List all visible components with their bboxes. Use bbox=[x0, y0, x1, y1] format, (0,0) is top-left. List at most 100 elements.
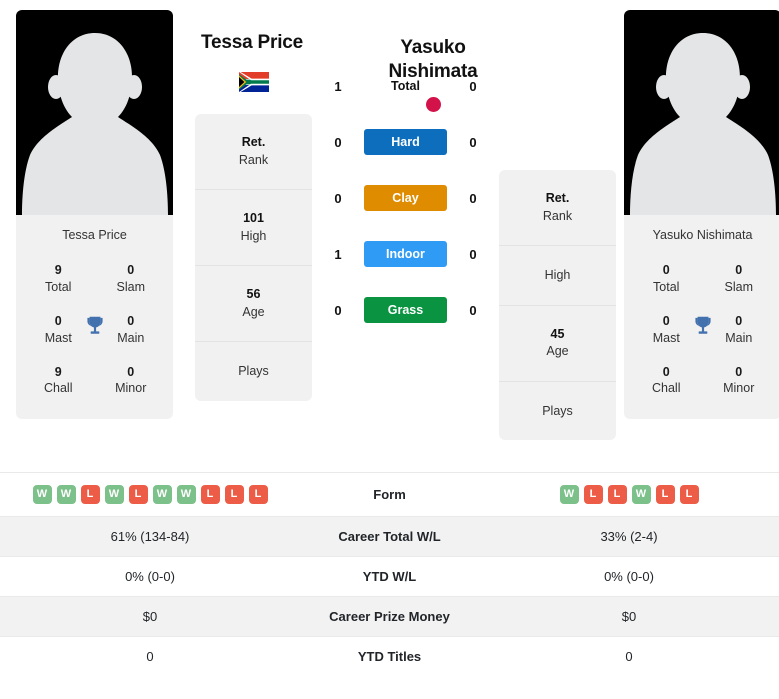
players-top-section: Tessa Price 9 Total 0 Slam 0 Mast 0 Main… bbox=[0, 0, 779, 472]
table-row-form: WWLWLWWLLL Form WLLWLL bbox=[0, 472, 779, 517]
info-label: Rank bbox=[542, 208, 573, 223]
info-plays: Plays bbox=[195, 342, 312, 401]
trophy-value: 9 bbox=[54, 364, 62, 379]
left-value: 0 bbox=[146, 649, 154, 664]
info-label: High bbox=[240, 228, 267, 243]
trophy-stat: 0 Minor bbox=[95, 355, 168, 406]
trophy-value: 9 bbox=[54, 263, 62, 277]
stats-comparison-table: WWLWLWWLLL Form WLLWLL 61% (134-84) Care… bbox=[0, 472, 779, 676]
info-value: 101 bbox=[243, 211, 264, 225]
right-value: 0 bbox=[625, 649, 633, 664]
surface-row-indoor: 1 Indoor 0 bbox=[312, 226, 499, 282]
trophy-value: 0 bbox=[127, 364, 135, 379]
info-label: High bbox=[544, 268, 571, 282]
form-badge-w: W bbox=[152, 485, 172, 504]
trophy-value: 0 bbox=[127, 263, 135, 277]
info-label: Age bbox=[242, 304, 265, 319]
form-badge-l: L bbox=[248, 485, 268, 504]
row-label: YTD W/L bbox=[362, 569, 417, 584]
trophy-stat: 0 Minor bbox=[703, 355, 776, 406]
info-age: 56 Age bbox=[195, 266, 312, 342]
right-player-name-block: Yasuko Nishimata bbox=[367, 36, 499, 113]
trophy-value: 0 bbox=[735, 263, 743, 277]
info-rank: Ret. Rank bbox=[499, 170, 616, 246]
left-score: 0 bbox=[334, 134, 342, 150]
form-badge-w: W bbox=[631, 485, 651, 504]
left-player-name: Tessa Price bbox=[201, 32, 304, 53]
surface-badge-clay[interactable]: Clay bbox=[364, 185, 447, 211]
trophy-label: Mast bbox=[44, 330, 72, 345]
table-row: $0 Career Prize Money $0 bbox=[0, 596, 779, 637]
table-row: 0% (0-0) YTD W/L 0% (0-0) bbox=[0, 556, 779, 597]
trophy-label: Minor bbox=[115, 381, 147, 396]
trophy-value: 0 bbox=[735, 313, 743, 328]
left-score: 1 bbox=[334, 78, 342, 94]
player-silhouette-icon bbox=[21, 33, 168, 215]
right-player-info-card: Ret. Rank High 45 Age Plays bbox=[499, 170, 616, 440]
form-badge-w: W bbox=[32, 485, 52, 504]
form-badge-l: L bbox=[80, 485, 100, 504]
form-badge-l: L bbox=[679, 485, 699, 504]
surface-badge-indoor[interactable]: Indoor bbox=[364, 241, 447, 267]
form-badge-w: W bbox=[176, 485, 196, 504]
table-row: 61% (134-84) Career Total W/L 33% (2-4) bbox=[0, 516, 779, 557]
trophy-label: Slam bbox=[724, 279, 753, 294]
left-form-badges: WWLWLWWLLL bbox=[6, 485, 294, 504]
trophy-stat: 0 Slam bbox=[95, 253, 168, 304]
trophy-stat: 0 Mast bbox=[22, 304, 103, 355]
form-badge-l: L bbox=[607, 485, 627, 504]
flag-japan-icon bbox=[425, 96, 441, 112]
trophy-stat: 0 Main bbox=[95, 304, 168, 355]
form-badge-l: L bbox=[655, 485, 675, 504]
trophy-stat: 0 Main bbox=[703, 304, 776, 355]
trophy-label: Chall bbox=[44, 381, 73, 396]
flag-south-africa-icon bbox=[238, 72, 269, 92]
left-score: 0 bbox=[334, 302, 342, 318]
form-badge-w: W bbox=[104, 485, 124, 504]
trophy-label: Total bbox=[45, 279, 72, 294]
surface-comparison: Yasuko Nishimata 1 Total 0 0 Hard 0 0 Cl… bbox=[312, 10, 499, 338]
trophy-stat: 9 Total bbox=[22, 253, 95, 304]
surface-badge-hard[interactable]: Hard bbox=[364, 129, 447, 155]
trophy-value: 0 bbox=[662, 313, 670, 328]
surface-badge-grass[interactable]: Grass bbox=[364, 297, 447, 323]
trophy-stat: 9 Chall bbox=[22, 355, 95, 406]
trophy-label: Mast bbox=[652, 330, 680, 345]
info-rank: Ret. Rank bbox=[195, 114, 312, 190]
trophy-label: Chall bbox=[652, 381, 681, 396]
left-player-flag-wrap bbox=[195, 54, 312, 92]
trophy-value: 0 bbox=[54, 313, 62, 328]
left-player-info-card: Ret. Rank 101 High 56 Age Plays bbox=[195, 114, 312, 401]
info-label: Plays bbox=[238, 364, 269, 378]
info-value: Ret. bbox=[241, 135, 266, 149]
row-label: Career Total W/L bbox=[338, 529, 441, 544]
right-player-name: Yasuko Nishimata bbox=[388, 37, 478, 82]
trophy-label: Minor bbox=[723, 381, 755, 396]
info-value: Ret. bbox=[545, 191, 570, 205]
right-value: 0% (0-0) bbox=[604, 569, 654, 584]
left-score: 0 bbox=[334, 190, 342, 206]
row-label: Form bbox=[373, 487, 406, 502]
trophy-stat: 0 Slam bbox=[703, 253, 776, 304]
surface-row-hard: 0 Hard 0 bbox=[312, 114, 499, 170]
right-player-trophy-grid: 0 Total 0 Slam 0 Mast 0 Main 0 Chall 0 M… bbox=[624, 253, 779, 419]
row-label: YTD Titles bbox=[357, 649, 422, 664]
right-score: 0 bbox=[469, 190, 477, 206]
info-value: 45 bbox=[550, 326, 565, 341]
form-badge-l: L bbox=[224, 485, 244, 504]
right-score: 0 bbox=[469, 134, 477, 150]
left-value: $0 bbox=[142, 609, 158, 624]
left-info-column: Tessa Price Ret. Rank 101 High 56 Age Pl… bbox=[195, 10, 312, 401]
surface-row-grass: 0 Grass 0 bbox=[312, 282, 499, 338]
form-badge-l: L bbox=[200, 485, 220, 504]
left-player-photo-card: Tessa Price 9 Total 0 Slam 0 Mast 0 Main… bbox=[16, 10, 173, 420]
trophy-stat: 0 Mast bbox=[630, 304, 711, 355]
left-form-cell: WWLWLWWLLL bbox=[0, 473, 300, 517]
form-badge-w: W bbox=[56, 485, 76, 504]
head-to-head-comparison: Tessa Price 9 Total 0 Slam 0 Mast 0 Main… bbox=[0, 0, 779, 676]
trophy-label: Main bbox=[117, 330, 145, 345]
trophy-stat: 0 Total bbox=[630, 253, 703, 304]
form-badge-l: L bbox=[583, 485, 603, 504]
right-score: 0 bbox=[469, 302, 477, 318]
row-label: Career Prize Money bbox=[329, 609, 450, 624]
